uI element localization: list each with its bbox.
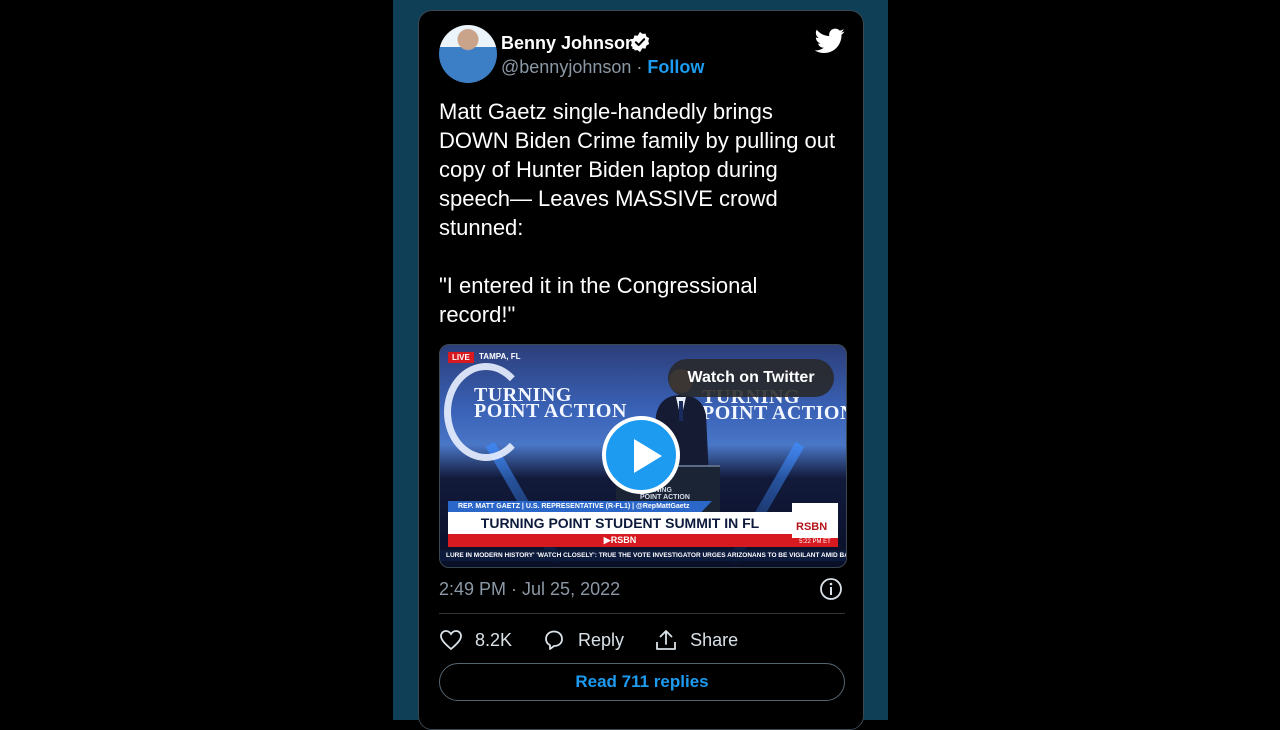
rsbn-logo-label: RSBN — [796, 521, 828, 533]
embedded-tweet-card: Benny Johnson @bennyjohnson · Follow Mat… — [418, 10, 864, 730]
play-icon[interactable] — [602, 416, 680, 494]
watch-on-twitter-button[interactable]: Watch on Twitter — [668, 359, 834, 397]
author-handle-line: @bennyjohnson · Follow — [501, 57, 704, 78]
info-icon[interactable] — [819, 577, 843, 601]
like-count: 8.2K — [475, 629, 513, 650]
share-upload-icon — [656, 630, 676, 650]
twitter-bird-icon[interactable] — [815, 28, 845, 54]
like-button[interactable]: 8.2K — [439, 629, 512, 651]
divider — [439, 613, 845, 614]
follow-link[interactable]: Follow — [647, 57, 704, 77]
live-badge: LIVE — [448, 352, 474, 363]
speech-bubble-icon — [545, 630, 563, 650]
handle-separator: · — [636, 57, 643, 77]
lower-third-headline: TURNING POINT STUDENT SUMMIT IN FL — [448, 512, 792, 534]
tweet-timestamp[interactable]: 2:49 PM · Jul 25, 2022 — [439, 579, 620, 600]
lower-third-brand: ▶RSBN — [448, 534, 792, 547]
lower-third-speaker-bar: REP. MATT GAETZ | U.S. REPRESENTATIVE (R… — [448, 501, 712, 512]
heart-icon — [440, 630, 462, 651]
share-button[interactable]: Share — [654, 629, 738, 651]
video-preview[interactable]: TURNING POINT ACTION TURNING POINT ACTIO… — [439, 344, 847, 568]
rsbn-logo: RSBN 5:22 PM ET — [792, 503, 838, 547]
backdrop-text-left: TURNING POINT ACTION — [474, 384, 627, 422]
news-ticker: LURE IN MODERN HISTORY' 'WATCH CLOSELY':… — [440, 550, 846, 561]
verified-badge-icon — [630, 31, 650, 53]
read-replies-button[interactable]: Read 711 replies — [439, 663, 845, 701]
rsbn-logo-time: 5:22 PM ET — [792, 538, 838, 547]
avatar[interactable] — [439, 25, 497, 83]
tweet-actions: 8.2K Reply Share — [439, 626, 768, 654]
author-handle[interactable]: @bennyjohnson — [501, 57, 631, 77]
share-label: Share — [690, 629, 739, 650]
reply-label: Reply — [578, 629, 625, 650]
tweet-text: Matt Gaetz single-handedly brings DOWN B… — [439, 99, 836, 327]
location-label: TAMPA, FL — [479, 352, 521, 361]
author-name[interactable]: Benny Johnson — [501, 33, 636, 54]
reply-button[interactable]: Reply — [542, 629, 624, 651]
